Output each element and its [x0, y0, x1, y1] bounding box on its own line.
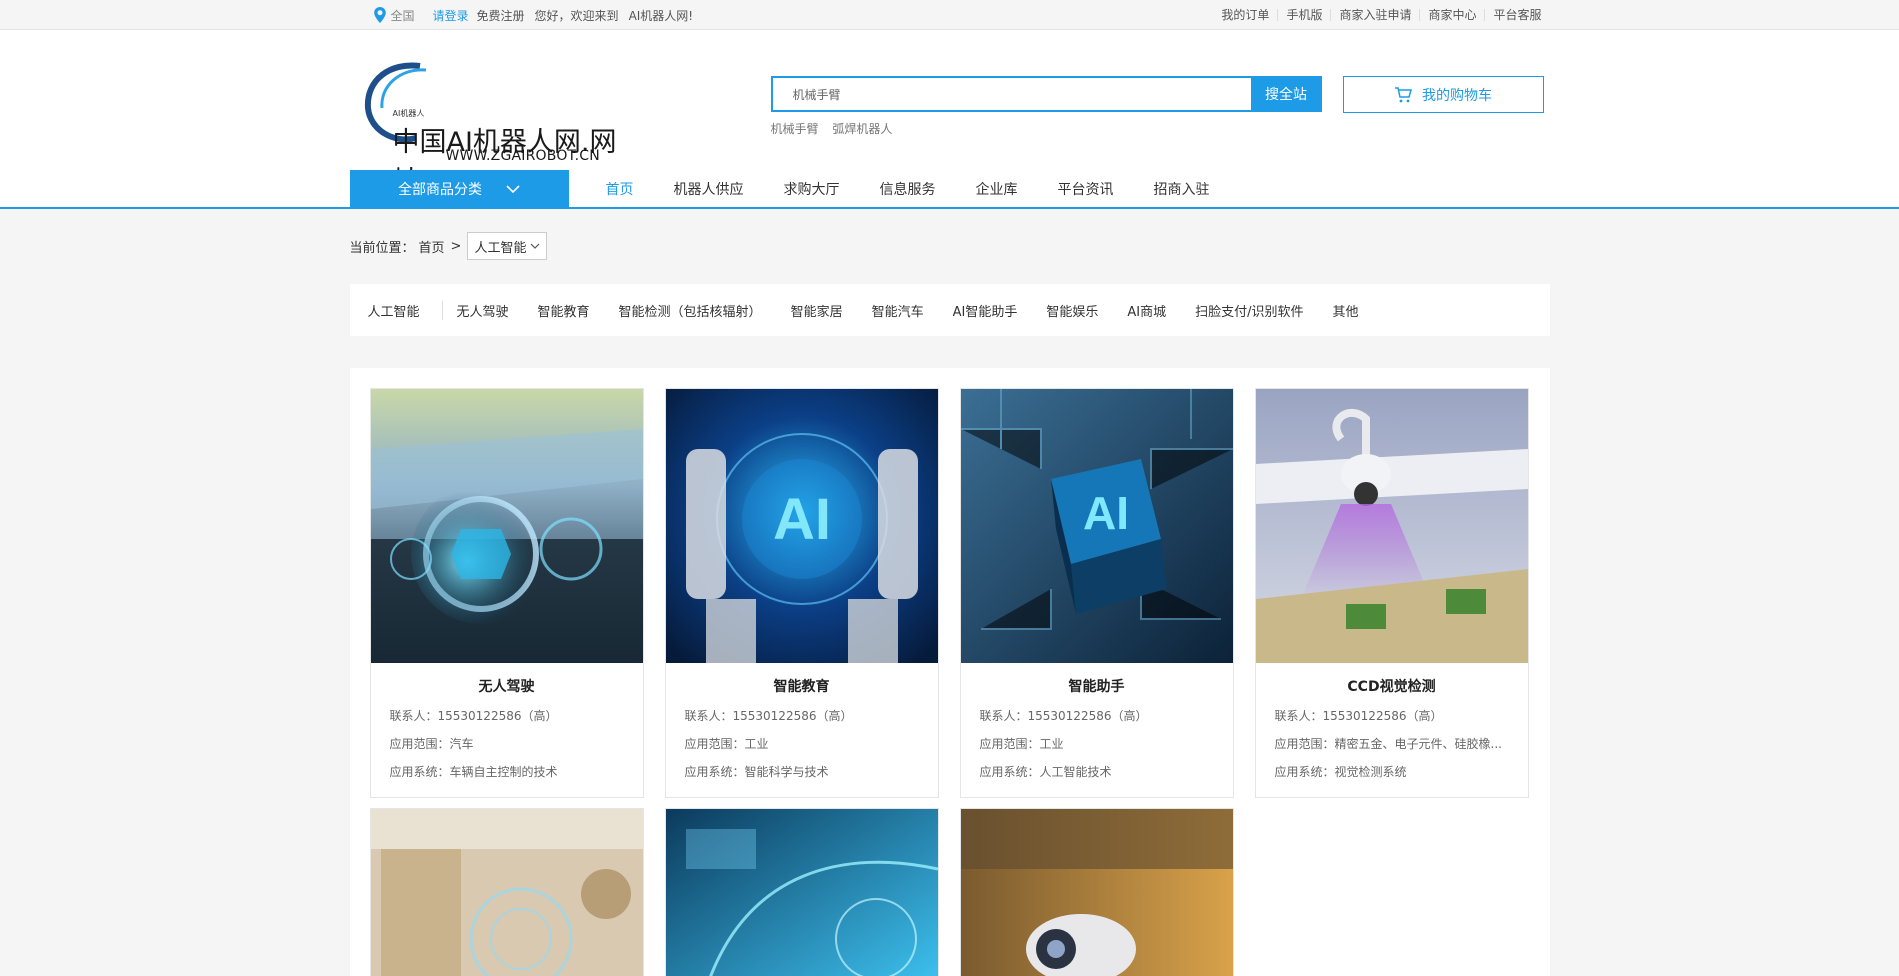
- svg-text:AI: AI: [773, 487, 831, 552]
- login-link[interactable]: 请登录: [433, 7, 469, 24]
- product-contact: 联系人：15530122586（高）: [1274, 709, 1443, 723]
- main-nav: 全部商品分类 首页 机器人供应 求购大厅 信息服务 企业库 平台资讯 招商入驻: [349, 170, 1250, 207]
- search-bar: 机械手臂 搜全站: [770, 76, 1322, 112]
- product-title[interactable]: 智能助手: [961, 676, 1233, 696]
- product-card[interactable]: CCD视觉检测 联系人：15530122586（高） 应用范围：精密五金、电子元…: [1254, 388, 1529, 798]
- hot-word-link[interactable]: 弧焊机器人: [832, 122, 892, 136]
- nav-purchase-hall[interactable]: 求购大厅: [784, 179, 840, 199]
- welcome-text: 您好，欢迎来到: [534, 8, 619, 23]
- product-contact: 联系人：15530122586（高）: [389, 709, 558, 723]
- site-header: AI机器人 中国AI机器人网.网址 WWW.ZGAIROBOT.CN 机械手臂 …: [0, 30, 1899, 209]
- category-item[interactable]: 智能家居: [791, 301, 843, 320]
- cart-icon: [1395, 86, 1412, 102]
- product-card[interactable]: [664, 808, 939, 976]
- category-item[interactable]: 扫脸支付/识别软件: [1195, 301, 1303, 320]
- cart-button[interactable]: 我的购物车: [1342, 76, 1544, 113]
- nav-robot-supply[interactable]: 机器人供应: [674, 179, 744, 199]
- product-system: 应用系统：视觉检测系统: [1274, 765, 1407, 779]
- breadcrumb: 当前位置： 首页 > 人工智能: [350, 228, 1550, 264]
- product-contact: 联系人：15530122586（高）: [684, 709, 853, 723]
- product-image[interactable]: AI: [960, 389, 1233, 663]
- all-categories-button[interactable]: 全部商品分类: [349, 170, 569, 207]
- product-system: 应用系统：智能科学与技术: [684, 765, 829, 779]
- product-image[interactable]: [1255, 389, 1528, 663]
- product-title[interactable]: 无人驾驶: [371, 676, 643, 696]
- product-scope: 应用范围：精密五金、电子元件、硅胶橡...: [1274, 737, 1502, 751]
- product-scope: 应用范围：工业: [979, 737, 1064, 751]
- nav-company-library[interactable]: 企业库: [976, 179, 1018, 199]
- register-link[interactable]: 免费注册: [477, 7, 525, 24]
- product-image[interactable]: [960, 809, 1233, 976]
- chevron-down-icon: [506, 184, 520, 193]
- product-image[interactable]: AI: [665, 389, 938, 663]
- category-item[interactable]: AI智能助手: [953, 301, 1018, 320]
- category-item[interactable]: 智能教育: [538, 301, 590, 320]
- product-system: 应用系统：车辆自主控制的技术: [389, 765, 558, 779]
- breadcrumb-home-link[interactable]: 首页: [419, 237, 445, 256]
- product-title[interactable]: 智能教育: [666, 676, 938, 696]
- nav-home[interactable]: 首页: [606, 179, 634, 199]
- product-list: 无人驾驶 联系人：15530122586（高） 应用范围：汽车 应用系统：车辆自…: [349, 368, 1550, 976]
- product-card[interactable]: [369, 808, 644, 976]
- chevron-down-icon: [531, 243, 540, 249]
- category-item[interactable]: 无人驾驶: [457, 301, 509, 320]
- product-card[interactable]: AI 智能教育 联系人：15530122586（高） 应用范围：工业 应用系统：…: [664, 388, 939, 798]
- product-system: 应用系统：人工智能技术: [979, 765, 1112, 779]
- product-image[interactable]: [370, 809, 643, 976]
- breadcrumb-category-select[interactable]: 人工智能: [467, 232, 548, 260]
- product-image[interactable]: [370, 389, 643, 663]
- search-input[interactable]: 机械手臂: [770, 76, 1251, 112]
- svg-text:AI: AI: [1083, 487, 1129, 539]
- category-item[interactable]: 人工智能: [368, 300, 443, 320]
- site-logo[interactable]: AI机器人 中国AI机器人网.网址 WWW.ZGAIROBOT.CN: [360, 60, 630, 197]
- product-scope: 应用范围：汽车: [389, 737, 474, 751]
- hot-search-words: 机械手臂 弧焊机器人: [771, 120, 903, 137]
- site-name-link[interactable]: AI机器人网!: [629, 7, 694, 24]
- category-item[interactable]: 智能汽车: [872, 301, 924, 320]
- search-button[interactable]: 搜全站: [1250, 76, 1322, 112]
- location-pin-icon: [373, 7, 386, 23]
- merchant-center-link[interactable]: 商家中心: [1419, 9, 1484, 21]
- product-card[interactable]: AI 智能助手 联系人：15530122586（高） 应用范围：工业 应用系统：…: [959, 388, 1234, 798]
- category-item[interactable]: 智能娱乐: [1046, 301, 1098, 320]
- category-item[interactable]: 智能检测（包括核辐射）: [619, 301, 762, 320]
- product-card[interactable]: 无人驾驶 联系人：15530122586（高） 应用范围：汽车 应用系统：车辆自…: [369, 388, 644, 798]
- nav-investment[interactable]: 招商入驻: [1154, 179, 1210, 199]
- category-item[interactable]: 其他: [1332, 301, 1358, 320]
- region-selector[interactable]: 全国: [391, 7, 415, 24]
- nav-info-service[interactable]: 信息服务: [880, 179, 936, 199]
- top-bar: 全国 请登录 免费注册 您好，欢迎来到 AI机器人网! 我的订单 手机版 商家入…: [0, 0, 1899, 30]
- product-title[interactable]: CCD视觉检测: [1256, 676, 1528, 696]
- mobile-version-link[interactable]: 手机版: [1277, 9, 1330, 21]
- hot-word-link[interactable]: 机械手臂: [771, 122, 819, 136]
- product-card[interactable]: [959, 808, 1234, 976]
- my-orders-link[interactable]: 我的订单: [1213, 9, 1277, 21]
- product-contact: 联系人：15530122586（高）: [979, 709, 1148, 723]
- cart-label: 我的购物车: [1422, 87, 1492, 104]
- nav-platform-news[interactable]: 平台资讯: [1058, 179, 1114, 199]
- product-scope: 应用范围：工业: [684, 737, 769, 751]
- customer-service-link[interactable]: 平台客服: [1484, 9, 1549, 21]
- category-item[interactable]: AI商城: [1127, 301, 1166, 320]
- merchant-apply-link[interactable]: 商家入驻申请: [1330, 9, 1419, 21]
- category-filter-bar: 人工智能 无人驾驶 智能教育 智能检测（包括核辐射） 智能家居 智能汽车 AI智…: [349, 284, 1550, 336]
- product-image[interactable]: [665, 809, 938, 976]
